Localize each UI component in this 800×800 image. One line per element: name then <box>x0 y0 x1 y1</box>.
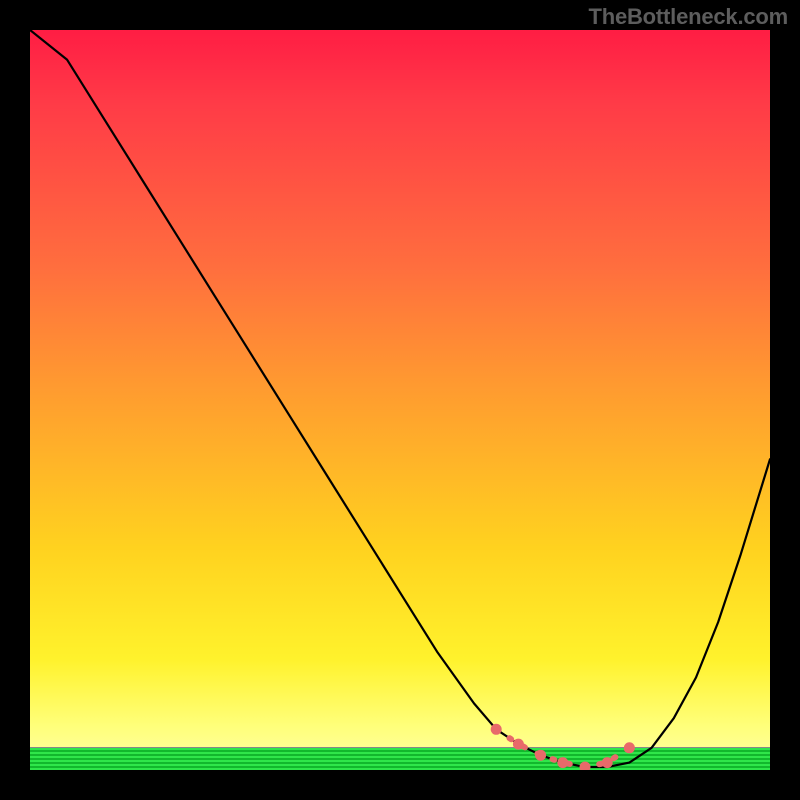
curve-svg <box>30 30 770 770</box>
marker-dot <box>558 758 568 768</box>
marker-dot <box>513 739 523 749</box>
marker-dot <box>624 743 634 753</box>
watermark-text: TheBottleneck.com <box>588 4 788 30</box>
marker-dot <box>580 762 590 770</box>
plot-area <box>30 30 770 770</box>
bottleneck-curve <box>30 30 770 767</box>
chart-frame: TheBottleneck.com <box>0 0 800 800</box>
marker-dot <box>491 724 501 734</box>
marker-dot <box>536 750 546 760</box>
marker-dot <box>602 758 612 768</box>
minimum-markers <box>491 724 634 770</box>
